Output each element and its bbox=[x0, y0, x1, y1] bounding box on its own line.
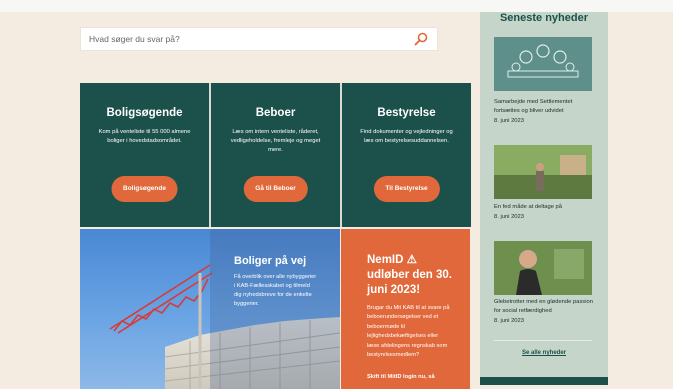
discussion-illustration bbox=[507, 44, 579, 78]
news-sidebar: Seneste nyheder Samarbejde med Settlemen… bbox=[480, 12, 608, 385]
top-strip bbox=[0, 0, 673, 12]
search-icon[interactable] bbox=[414, 32, 428, 46]
tile-title: Bestyrelse bbox=[377, 107, 436, 119]
news-divider bbox=[494, 340, 592, 341]
sidebar-heading: Seneste nyheder bbox=[499, 12, 589, 24]
feature-boliger-paa-vej[interactable]: Boliger på vej Få overblik over alle nyb… bbox=[80, 229, 340, 389]
notice-title: NemID ⚠ udløber den 30. juni 2023! bbox=[367, 254, 452, 296]
garden-photo bbox=[494, 145, 592, 199]
news-image-settlementet[interactable] bbox=[494, 37, 592, 91]
beboer-button[interactable]: Gå til Beboer bbox=[243, 176, 308, 202]
bestyrelse-button[interactable]: Til Bestyrelse bbox=[373, 176, 440, 202]
search-input[interactable] bbox=[81, 28, 409, 50]
news-date: 8. juni 2023 bbox=[494, 318, 524, 324]
sidebar-footer-bar bbox=[480, 377, 608, 385]
tile-text: Læs om intern venteliste, råderet, vedli… bbox=[230, 129, 321, 153]
news-title[interactable]: Samarbejde med Settlementet fortsættes o… bbox=[494, 98, 598, 115]
tile-title: Boligsøgende bbox=[106, 107, 183, 119]
portrait-photo bbox=[494, 241, 592, 295]
news-image-glebetrotter[interactable] bbox=[494, 241, 592, 295]
feature-title: Boliger på vej bbox=[234, 255, 307, 267]
right-margin bbox=[608, 12, 673, 385]
tile-beboer: Beboer Læs om intern venteliste, råderet… bbox=[211, 83, 340, 227]
nemid-notice: NemID ⚠ udløber den 30. juni 2023! Bruga… bbox=[341, 229, 470, 389]
tile-text: Kom på venteliste til 55 000 almene boli… bbox=[98, 129, 191, 144]
tile-bestyrelse: Bestyrelse Find dokumenter og vejledning… bbox=[342, 83, 471, 227]
tile-text: Find dokumenter og vejledninger og læs o… bbox=[360, 129, 453, 144]
boligsoegende-button[interactable]: Boligsøgende bbox=[111, 176, 178, 202]
notice-link[interactable]: Skift til MitID login nu, så bbox=[367, 374, 457, 380]
feature-text: Få overblik over alle nybyggerier i KAB-… bbox=[234, 274, 317, 308]
notice-text: Brugar du Mit KAB til at svare på beboer… bbox=[367, 305, 450, 359]
tile-title: Beboer bbox=[255, 107, 296, 119]
all-news-link[interactable]: Se alle nyheder bbox=[480, 350, 608, 356]
news-date: 8. juni 2023 bbox=[494, 118, 524, 124]
tile-boligsoegende: Boligsøgende Kom på venteliste til 55 00… bbox=[80, 83, 209, 227]
news-date: 8. juni 2023 bbox=[494, 214, 524, 220]
news-image-deltage[interactable] bbox=[494, 145, 592, 199]
search-bar[interactable] bbox=[80, 27, 438, 51]
news-title[interactable]: En fed måde at deltage på bbox=[494, 203, 598, 212]
news-title[interactable]: Glebetrotter med en glødende passion for… bbox=[494, 298, 598, 315]
